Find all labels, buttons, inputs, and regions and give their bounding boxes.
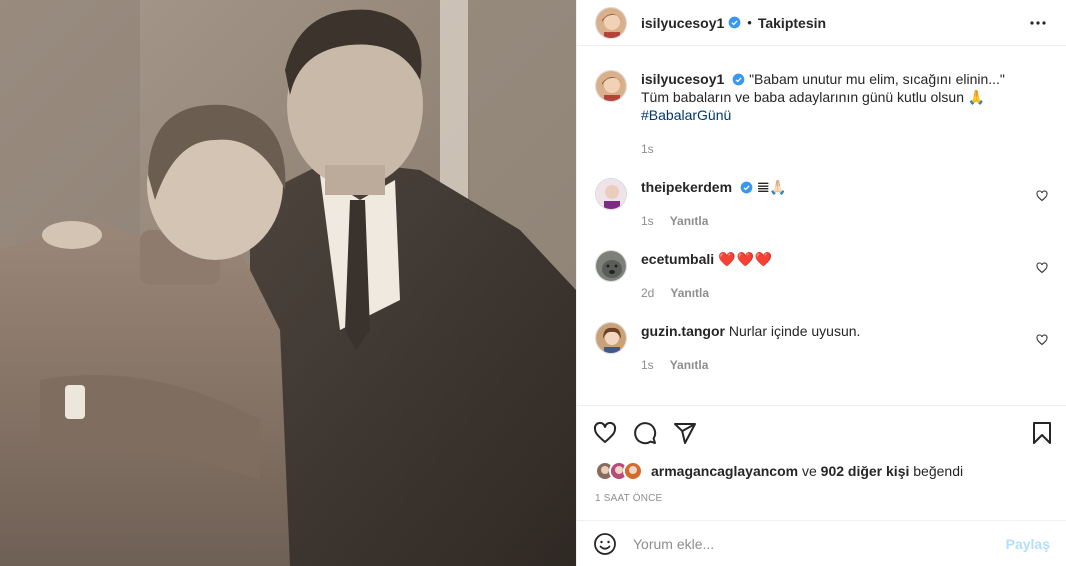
comment-username[interactable]: ecetumbali — [641, 251, 714, 267]
likes-summary: armagancaglayancom ve 902 diğer kişi beğ… — [595, 461, 963, 481]
comment-like-heart-icon[interactable] — [1036, 262, 1048, 274]
verified-badge-icon — [740, 181, 753, 194]
comment-like-heart-icon[interactable] — [1036, 334, 1048, 346]
comment-item: ecetumbali ❤️❤️❤️ 2d Yanıtla — [595, 250, 1050, 302]
comment-item: guzin.tangor Nurlar içinde uyusun. 1s Ya… — [595, 322, 1050, 374]
comment-time[interactable]: 1s — [641, 356, 654, 374]
post-modal: isilyucesoy1 • Takiptesin isilyucesoy1 "… — [0, 0, 1066, 566]
follow-status[interactable]: Takiptesin — [758, 15, 826, 31]
caption-hashtag[interactable]: #BabalarGünü — [641, 106, 1020, 124]
post-header: isilyucesoy1 • Takiptesin — [577, 0, 1066, 46]
caption-time[interactable]: 1s — [641, 140, 654, 158]
comment-username[interactable]: guzin.tangor — [641, 323, 725, 339]
caption: isilyucesoy1 "Babam unutur mu elim, sıca… — [595, 70, 1050, 158]
comment-like-heart-icon[interactable] — [1036, 190, 1048, 202]
commenter-avatar[interactable] — [595, 322, 627, 354]
post-timestamp[interactable]: 1 SAAT ÖNCE — [595, 493, 662, 504]
comment-time[interactable]: 2d — [641, 284, 654, 302]
paper-plane-icon[interactable] — [673, 421, 697, 445]
action-bar — [577, 405, 1066, 459]
liker-username[interactable]: armagancaglayancom — [651, 463, 798, 479]
liker-avatar — [623, 461, 643, 481]
heart-outline-icon[interactable] — [593, 421, 617, 445]
separator-dot: • — [747, 15, 752, 30]
author-avatar[interactable] — [595, 70, 627, 102]
comment-item: theipekerdem 𝌆🙏🏻 1s Yanıtla — [595, 178, 1050, 230]
post-photo[interactable] — [0, 0, 576, 566]
more-options-icon[interactable] — [1026, 11, 1050, 35]
caption-username[interactable]: isilyucesoy1 — [641, 71, 724, 87]
commenter-avatar[interactable] — [595, 178, 627, 210]
comment-time[interactable]: 1s — [641, 212, 654, 230]
vintage-photo-image — [0, 0, 576, 566]
commenter-avatar[interactable] — [595, 250, 627, 282]
post-comment-button[interactable]: Paylaş — [1006, 536, 1050, 552]
caption-line-1: "Babam unutur mu elim, sıcağını elinin..… — [749, 71, 1005, 87]
add-comment-bar: Paylaş — [577, 520, 1066, 566]
likes-count[interactable]: 902 diğer kişi — [821, 463, 910, 479]
comment-username[interactable]: theipekerdem — [641, 179, 732, 195]
reply-button[interactable]: Yanıtla — [670, 356, 709, 374]
comment-bubble-icon[interactable] — [633, 421, 657, 445]
comments-section: isilyucesoy1 "Babam unutur mu elim, sıca… — [577, 58, 1066, 404]
reply-button[interactable]: Yanıtla — [670, 284, 709, 302]
reply-button[interactable]: Yanıtla — [670, 212, 709, 230]
smiley-icon[interactable] — [593, 532, 617, 556]
comment-text: Nurlar içinde uyusun. — [728, 323, 861, 339]
comment-text: ❤️❤️❤️ — [718, 251, 774, 267]
post-side-panel: isilyucesoy1 • Takiptesin isilyucesoy1 "… — [576, 0, 1066, 566]
verified-badge-icon — [728, 16, 741, 29]
likes-connector: ve — [801, 463, 817, 479]
bookmark-icon[interactable] — [1030, 421, 1054, 445]
likes-suffix: beğendi — [913, 463, 964, 479]
author-avatar[interactable] — [595, 6, 627, 39]
caption-line-2: Tüm babaların ve baba adaylarının günü k… — [641, 89, 986, 105]
verified-badge-icon — [732, 73, 745, 86]
author-username[interactable]: isilyucesoy1 — [641, 15, 724, 31]
comment-text: 𝌆🙏🏻 — [756, 179, 787, 195]
comment-input[interactable] — [633, 535, 1006, 552]
